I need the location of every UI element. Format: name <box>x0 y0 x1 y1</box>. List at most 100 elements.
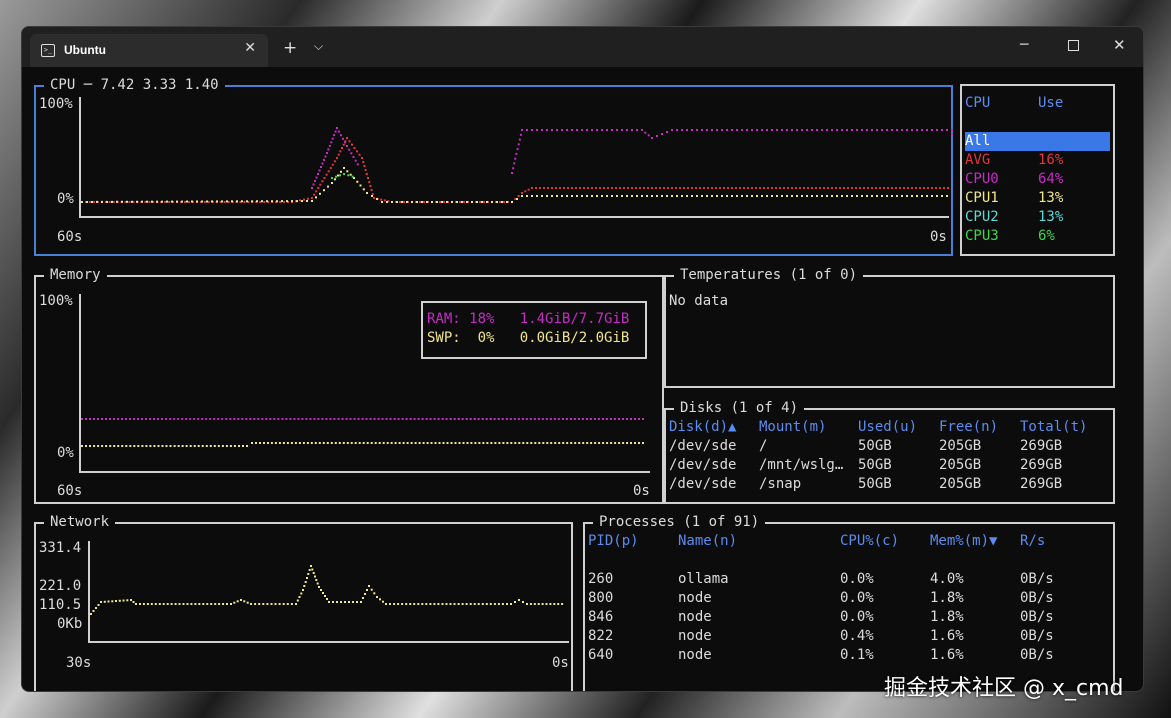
ram-line <box>401 418 404 420</box>
process-cell[interactable]: 260 <box>588 570 613 589</box>
network-line <box>210 603 213 605</box>
cpu0-line <box>856 129 858 131</box>
swp-line <box>302 442 305 444</box>
cpu-row-use: 6% <box>1038 228 1055 244</box>
process-cell[interactable]: 0.0% <box>840 570 874 589</box>
cpu-row-name[interactable]: CPU2 <box>965 208 999 227</box>
process-cell[interactable]: 846 <box>588 608 613 627</box>
network-line <box>270 603 273 605</box>
cpu-core-line <box>776 195 778 197</box>
process-cell[interactable]: 822 <box>588 627 613 646</box>
close-window-icon[interactable]: ✕ <box>1113 36 1126 54</box>
swp-line <box>145 445 148 447</box>
network-y-label-1: 331.4 <box>39 540 82 556</box>
disks-header[interactable]: Used(u) <box>858 418 917 437</box>
disks-cell: /dev/sde <box>669 457 737 473</box>
process-cell[interactable]: 1.8% <box>930 589 964 608</box>
processes-header[interactable]: CPU%(c) <box>840 532 899 551</box>
disks-header[interactable]: Disk(d)▲ <box>669 418 736 437</box>
chevron-down-icon[interactable]: ⌵ <box>314 39 323 54</box>
cpu-avg-line <box>368 181 371 183</box>
ram-line <box>409 418 412 420</box>
process-cell[interactable]: 0B/s <box>1020 646 1054 665</box>
disks-header[interactable]: Mount(m) <box>759 418 826 437</box>
cpu-row-name[interactable]: CPU3 <box>965 227 999 246</box>
process-cell[interactable]: 4.0% <box>930 570 964 589</box>
process-cell[interactable]: 800 <box>588 589 613 608</box>
network-line <box>506 603 508 605</box>
swp-line <box>354 442 357 444</box>
maximize-icon[interactable] <box>1068 40 1079 51</box>
cpu0-line <box>644 131 647 134</box>
swp-line <box>189 445 192 447</box>
process-cell[interactable]: node <box>678 589 712 608</box>
cpu-core-line <box>936 195 938 197</box>
ram-line <box>349 418 352 420</box>
ram-line <box>205 418 208 420</box>
process-cell[interactable]: 640 <box>588 646 613 665</box>
process-cell[interactable]: 0.0% <box>840 608 874 627</box>
cpu0-line <box>691 129 693 131</box>
processes-header[interactable]: PID(p) <box>588 532 639 551</box>
cpu-core-line <box>121 200 123 203</box>
cpu0-line <box>711 129 713 131</box>
ram-line <box>253 418 256 420</box>
cpu-core-line <box>806 195 808 197</box>
process-cell[interactable]: 0.4% <box>840 627 874 646</box>
process-cell[interactable]: 0.0% <box>840 589 874 608</box>
network-line <box>254 603 257 605</box>
cpu0-line <box>886 129 888 131</box>
cpu-avg-line <box>887 187 889 189</box>
swp-line <box>622 442 625 444</box>
new-tab-icon[interactable]: + <box>283 38 297 58</box>
swp-line <box>382 442 385 444</box>
cpu0-line <box>647 134 650 137</box>
process-cell[interactable]: 1.6% <box>930 627 964 646</box>
cpu-core-line <box>362 188 365 191</box>
cpu3-line <box>331 177 333 179</box>
network-line <box>332 601 334 603</box>
process-cell[interactable]: 0B/s <box>1020 608 1054 627</box>
swp-line <box>274 442 277 444</box>
swp-line <box>606 442 609 444</box>
process-cell[interactable]: 0B/s <box>1020 589 1054 608</box>
processes-header[interactable]: Mem%(m)▼ <box>930 532 997 551</box>
disks-header[interactable]: Free(n) <box>939 418 998 437</box>
swp-line <box>426 442 429 444</box>
cpu0-line <box>340 134 342 137</box>
cpu-core-line <box>876 195 878 197</box>
close-tab-icon[interactable]: ✕ <box>244 40 256 56</box>
process-cell[interactable]: node <box>678 608 712 627</box>
swp-line <box>486 442 489 444</box>
ram-line <box>301 418 304 420</box>
process-cell[interactable]: 0.1% <box>840 646 874 665</box>
cpu-row-name[interactable]: All <box>965 132 990 151</box>
swp-line <box>378 442 381 444</box>
cpu-core-line <box>551 195 553 197</box>
network-line <box>182 603 185 605</box>
process-cell[interactable]: node <box>678 627 712 646</box>
cpu-y-top: 100% <box>39 96 73 112</box>
disks-header[interactable]: Total(t) <box>1020 418 1087 437</box>
minimize-icon[interactable]: ─ <box>1020 37 1028 53</box>
process-cell[interactable]: 0B/s <box>1020 627 1054 646</box>
cpu-core-line <box>386 201 388 203</box>
network-line <box>304 581 307 583</box>
ram-line <box>501 418 504 420</box>
cpu-avg-line <box>524 190 527 193</box>
cpu-row-name[interactable]: CPU0 <box>965 170 999 189</box>
process-cell[interactable]: 1.6% <box>930 646 964 665</box>
process-cell[interactable]: ollama <box>678 570 729 589</box>
processes-header[interactable]: R/s <box>1020 532 1045 551</box>
cpu-row-name[interactable]: AVG <box>965 151 990 170</box>
cpu-avg-line <box>635 187 637 189</box>
cpu-row-name[interactable]: CPU1 <box>965 189 999 208</box>
tab-ubuntu[interactable]: >_ Ubuntu ✕ <box>30 34 268 67</box>
network-line <box>409 603 412 605</box>
process-cell[interactable]: node <box>678 646 712 665</box>
network-line <box>236 600 239 603</box>
processes-header[interactable]: Name(n) <box>678 532 737 551</box>
process-cell[interactable]: 0B/s <box>1020 570 1054 589</box>
cpu-avg-line <box>108 201 111 203</box>
process-cell[interactable]: 1.8% <box>930 608 964 627</box>
